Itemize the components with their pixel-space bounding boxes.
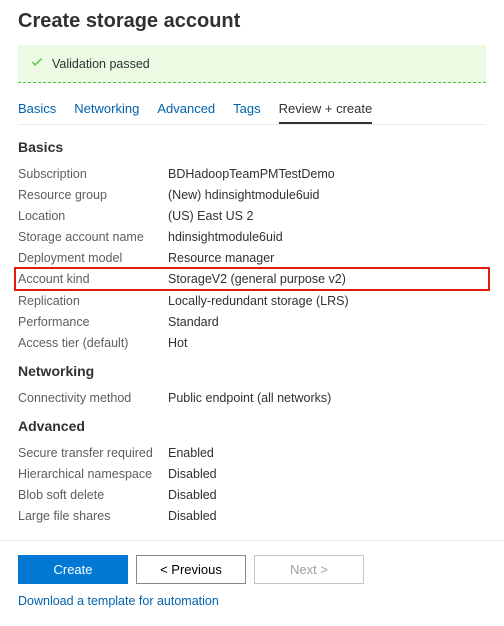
- value-large-file-shares: Disabled: [168, 509, 217, 523]
- download-template-link[interactable]: Download a template for automation: [18, 590, 219, 608]
- row-large-file-shares: Large file shares Disabled: [18, 505, 486, 526]
- label-account-kind: Account kind: [18, 272, 168, 286]
- row-location: Location (US) East US 2: [18, 205, 486, 226]
- value-replication: Locally-redundant storage (LRS): [168, 294, 349, 308]
- label-replication: Replication: [18, 294, 168, 308]
- label-secure-transfer: Secure transfer required: [18, 446, 168, 460]
- value-hierarchical-namespace: Disabled: [168, 467, 217, 481]
- value-resource-group: (New) hdinsightmodule6uid: [168, 188, 319, 202]
- tab-basics[interactable]: Basics: [18, 95, 56, 124]
- value-storage-account-name: hdinsightmodule6uid: [168, 230, 283, 244]
- validation-banner: Validation passed: [18, 45, 486, 83]
- row-subscription: Subscription BDHadoopTeamPMTestDemo: [18, 163, 486, 184]
- validation-message: Validation passed: [52, 57, 150, 71]
- label-storage-account-name: Storage account name: [18, 230, 168, 244]
- row-storage-account-name: Storage account name hdinsightmodule6uid: [18, 226, 486, 247]
- section-networking-title: Networking: [18, 363, 486, 379]
- row-hierarchical-namespace: Hierarchical namespace Disabled: [18, 463, 486, 484]
- label-deployment-model: Deployment model: [18, 251, 168, 265]
- row-access-tier: Access tier (default) Hot: [18, 332, 486, 353]
- label-blob-soft-delete: Blob soft delete: [18, 488, 168, 502]
- value-account-kind: StorageV2 (general purpose v2): [168, 272, 346, 286]
- tab-review-create[interactable]: Review + create: [279, 95, 373, 124]
- section-basics-title: Basics: [18, 139, 486, 155]
- label-hierarchical-namespace: Hierarchical namespace: [18, 467, 168, 481]
- row-deployment-model: Deployment model Resource manager: [18, 247, 486, 268]
- section-advanced-title: Advanced: [18, 418, 486, 434]
- label-access-tier: Access tier (default): [18, 336, 168, 350]
- create-button[interactable]: Create: [18, 555, 128, 584]
- row-replication: Replication Locally-redundant storage (L…: [18, 290, 486, 311]
- value-connectivity: Public endpoint (all networks): [168, 391, 331, 405]
- value-secure-transfer: Enabled: [168, 446, 214, 460]
- value-blob-soft-delete: Disabled: [168, 488, 217, 502]
- row-connectivity: Connectivity method Public endpoint (all…: [18, 387, 486, 408]
- label-location: Location: [18, 209, 168, 223]
- previous-button[interactable]: < Previous: [136, 555, 246, 584]
- label-resource-group: Resource group: [18, 188, 168, 202]
- page-title: Create storage account: [18, 0, 486, 45]
- value-subscription: BDHadoopTeamPMTestDemo: [168, 167, 335, 181]
- row-secure-transfer: Secure transfer required Enabled: [18, 442, 486, 463]
- label-connectivity: Connectivity method: [18, 391, 168, 405]
- tab-tags[interactable]: Tags: [233, 95, 260, 124]
- label-large-file-shares: Large file shares: [18, 509, 168, 523]
- value-access-tier: Hot: [168, 336, 187, 350]
- value-location: (US) East US 2: [168, 209, 253, 223]
- tab-advanced[interactable]: Advanced: [157, 95, 215, 124]
- row-resource-group: Resource group (New) hdinsightmodule6uid: [18, 184, 486, 205]
- label-subscription: Subscription: [18, 167, 168, 181]
- row-performance: Performance Standard: [18, 311, 486, 332]
- tab-networking[interactable]: Networking: [74, 95, 139, 124]
- check-icon: [30, 55, 44, 72]
- row-blob-soft-delete: Blob soft delete Disabled: [18, 484, 486, 505]
- next-button: Next >: [254, 555, 364, 584]
- value-deployment-model: Resource manager: [168, 251, 274, 265]
- tab-bar: Basics Networking Advanced Tags Review +…: [18, 95, 486, 125]
- value-performance: Standard: [168, 315, 219, 329]
- row-account-kind-highlighted: Account kind StorageV2 (general purpose …: [14, 267, 490, 291]
- label-performance: Performance: [18, 315, 168, 329]
- action-bar: Create < Previous Next >: [18, 541, 486, 590]
